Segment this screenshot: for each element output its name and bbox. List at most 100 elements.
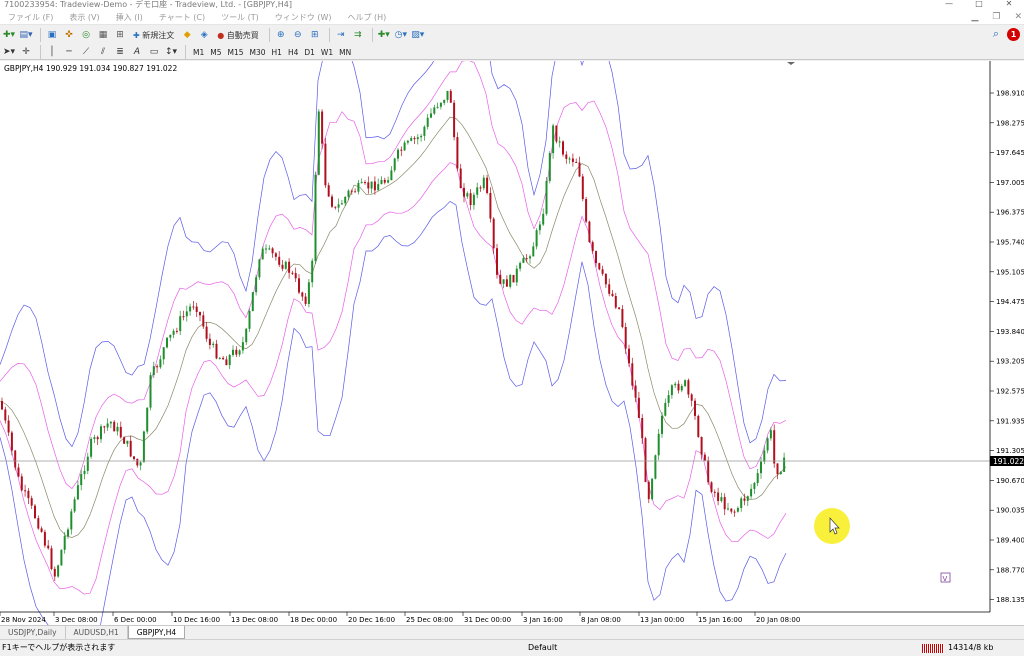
notification-icon[interactable]: 1 [1007,27,1020,41]
candle-body [24,490,27,492]
periods-icon[interactable]: ◷▾ [394,27,408,43]
candle-body [736,508,739,512]
candle-body [644,438,647,482]
time-tick-label: 31 Dec 00:00 [464,616,511,624]
child-close-icon[interactable]: ✕ [1014,10,1022,25]
candle-body [397,149,399,159]
candle-body [598,263,601,270]
candle-body [717,492,720,501]
fibonacci-icon[interactable]: ≣ [113,44,127,60]
tab-audusd-h1[interactable]: AUDUSD,H1 [66,626,128,639]
tab-gbpjpy-h4[interactable]: GBPJPY,H4 [127,626,186,639]
toolbar-right: ⌕ 1 [993,27,1020,41]
price-chart[interactable]: 198.910 198.275 197.645 197.005 196.375 195.7… [0,0,1024,656]
chart-window[interactable]: 198.910 198.275 197.645 197.005 196.375 195.7… [0,0,1024,656]
candle-body [10,432,13,451]
autotrade-button[interactable]: ● 自動売買 [214,27,262,43]
candle-body [377,184,380,191]
child-restore-icon[interactable]: ❐ [992,10,1000,25]
timeframe-m1[interactable]: M1 [190,48,207,57]
price-tick-label: 195.105 [996,268,1024,276]
chart-shift-icon[interactable]: ⇥ [334,27,348,43]
alerts-icon[interactable]: ◈ [197,27,211,43]
timeframe-m5[interactable]: M5 [207,48,224,57]
navigator-icon[interactable]: ✜ [62,27,76,43]
menu-window[interactable]: ウィンドウ (W) [269,12,342,23]
candle-body [456,137,459,169]
menu-tools[interactable]: ツール (T) [215,12,269,23]
candle-body [420,135,423,138]
zoom-in-icon[interactable]: ⊕ [274,27,288,43]
market-watch-icon[interactable]: ▣ [45,27,59,43]
child-minimize-icon[interactable]: ▁ [971,10,978,25]
candle-body [139,462,142,466]
templates-icon[interactable]: ▨▾ [411,27,425,43]
time-tick-label: 25 Dec 08:00 [406,616,453,624]
toolbar-separator [268,28,270,42]
time-tick-label: 28 Nov 2024 [1,616,46,624]
timeframe-h4[interactable]: H4 [285,48,301,57]
candle-body [492,218,495,249]
cursor-icon[interactable]: ➤▾ [2,44,16,60]
candle-body [321,111,324,144]
child-window-controls: ▁ ❐ ✕ [971,10,1022,25]
trendline-icon[interactable]: ⟋ [79,44,93,60]
channel-icon[interactable]: ⫽ [96,44,110,60]
autoscroll-icon[interactable]: ⇉ [351,27,365,43]
maximize-button[interactable]: □ [964,0,994,10]
candle-body [162,347,165,360]
timeframe-m30[interactable]: M30 [247,48,269,57]
chart-shift-marker[interactable] [787,62,795,65]
candle-body [106,423,109,428]
candle-body [423,126,426,136]
candle-body [373,181,376,191]
horizontal-line-icon[interactable]: ─ [62,44,76,60]
timeframe-h1[interactable]: H1 [269,48,285,57]
data-window-icon[interactable]: ◎ [79,27,93,43]
tab-usdjpy-daily[interactable]: USDJPY,Daily [0,626,66,639]
candle-body [443,99,446,103]
candle-body [585,199,588,222]
candle-body [694,400,696,416]
menu-insert[interactable]: 挿入 (I) [110,12,153,23]
timeframe-d1[interactable]: D1 [301,48,318,57]
candle-body [274,253,277,257]
menu-chart[interactable]: チャート (C) [153,12,215,23]
indicators-icon[interactable]: ✚▾ [377,27,391,43]
minimize-button[interactable]: — [934,0,964,10]
metaeditor-icon[interactable]: ◆ [180,27,194,43]
vertical-line-icon[interactable]: │ [45,44,59,60]
candle-body [687,380,690,395]
close-button[interactable]: ✕ [994,0,1024,10]
terminal-icon[interactable]: ▦ [96,27,110,43]
search-icon[interactable]: ⌕ [993,27,999,41]
new-chart-icon[interactable]: ✚▾ [2,27,16,43]
timeframe-m15[interactable]: M15 [225,48,247,57]
candle-body [743,498,746,501]
price-tick-label: 190.035 [996,507,1024,515]
lower-band-outer [0,200,787,656]
connection-status-icon [922,644,944,653]
candle-body [674,383,677,386]
label-icon[interactable]: ▭ [147,44,161,60]
menu-help[interactable]: ヘルプ (H) [341,12,396,23]
menu-view[interactable]: 表示 (V) [63,12,109,23]
tile-windows-icon[interactable]: ⊞ [308,27,322,43]
timeframe-w1[interactable]: W1 [318,48,336,57]
standard-toolbar: ✚▾ ▤▾ ▣ ✜ ◎ ▦ ⊞ ✚ 新規注文 ◆ ◈ ● 自動売買 ⊕ ⊖ ⊞ … [0,25,1024,45]
crosshair-icon[interactable]: ✛ [19,44,33,60]
text-icon[interactable]: A [130,44,144,60]
strategy-tester-icon[interactable]: ⊞ [113,27,127,43]
new-order-button[interactable]: ✚ 新規注文 [130,27,177,43]
candle-body [123,437,126,444]
arrows-icon[interactable]: ↕▾ [164,44,178,60]
profiles-icon[interactable]: ▤▾ [19,27,33,43]
candle-body [525,258,528,260]
zoom-out-icon[interactable]: ⊖ [291,27,305,43]
candle-body [218,357,221,359]
candle-body [245,328,248,343]
menu-file[interactable]: ファイル (F) [2,12,63,23]
candle-body [17,467,20,477]
timeframe-mn[interactable]: MN [336,48,354,57]
chart-event-glyph: V [943,575,948,583]
